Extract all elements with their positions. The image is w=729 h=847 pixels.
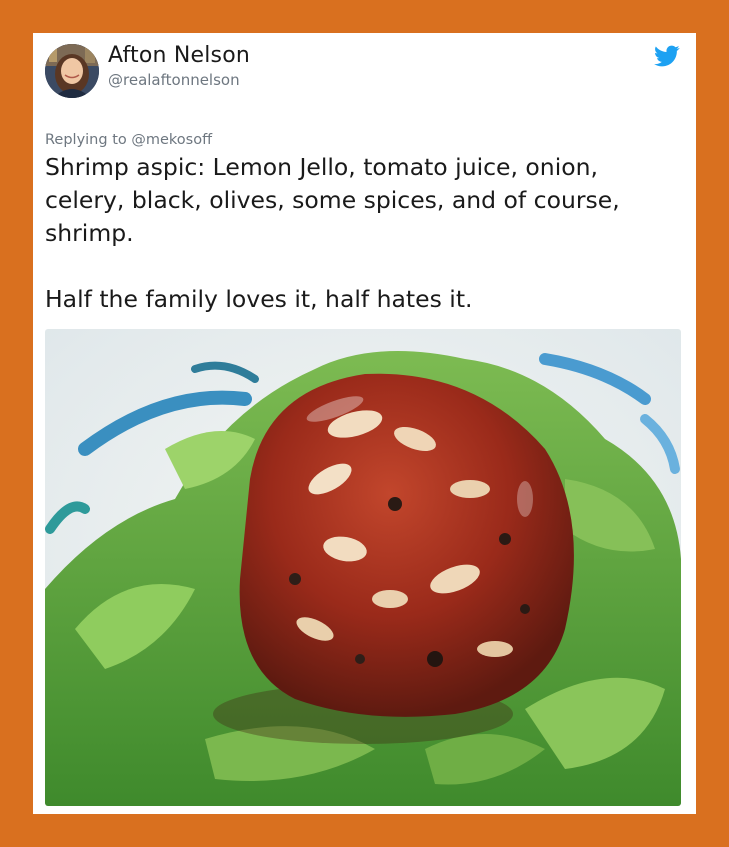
tweet-photo[interactable] [45, 329, 681, 806]
bird-icon[interactable] [654, 43, 680, 69]
author-name[interactable]: Afton Nelson [108, 43, 250, 68]
replying-to-line: Replying to @mekosoff [45, 132, 212, 148]
tweet-text: Shrimp aspic: Lemon Jello, tomato juice,… [45, 151, 675, 316]
tweet-paragraph-1: Shrimp aspic: Lemon Jello, tomato juice,… [45, 153, 620, 247]
avatar[interactable] [45, 44, 99, 98]
avatar-portrait [45, 44, 99, 98]
tweet-paragraph-2: Half the family loves it, half hates it. [45, 285, 473, 313]
tweet-card: Afton Nelson @realaftonnelson Replying t… [33, 33, 696, 814]
replying-to-handle[interactable]: @mekosoff [131, 132, 212, 148]
shrimp-aspic-image [45, 329, 681, 806]
replying-to-prefix: Replying to [45, 132, 132, 148]
author-handle[interactable]: @realaftonnelson [108, 71, 240, 89]
